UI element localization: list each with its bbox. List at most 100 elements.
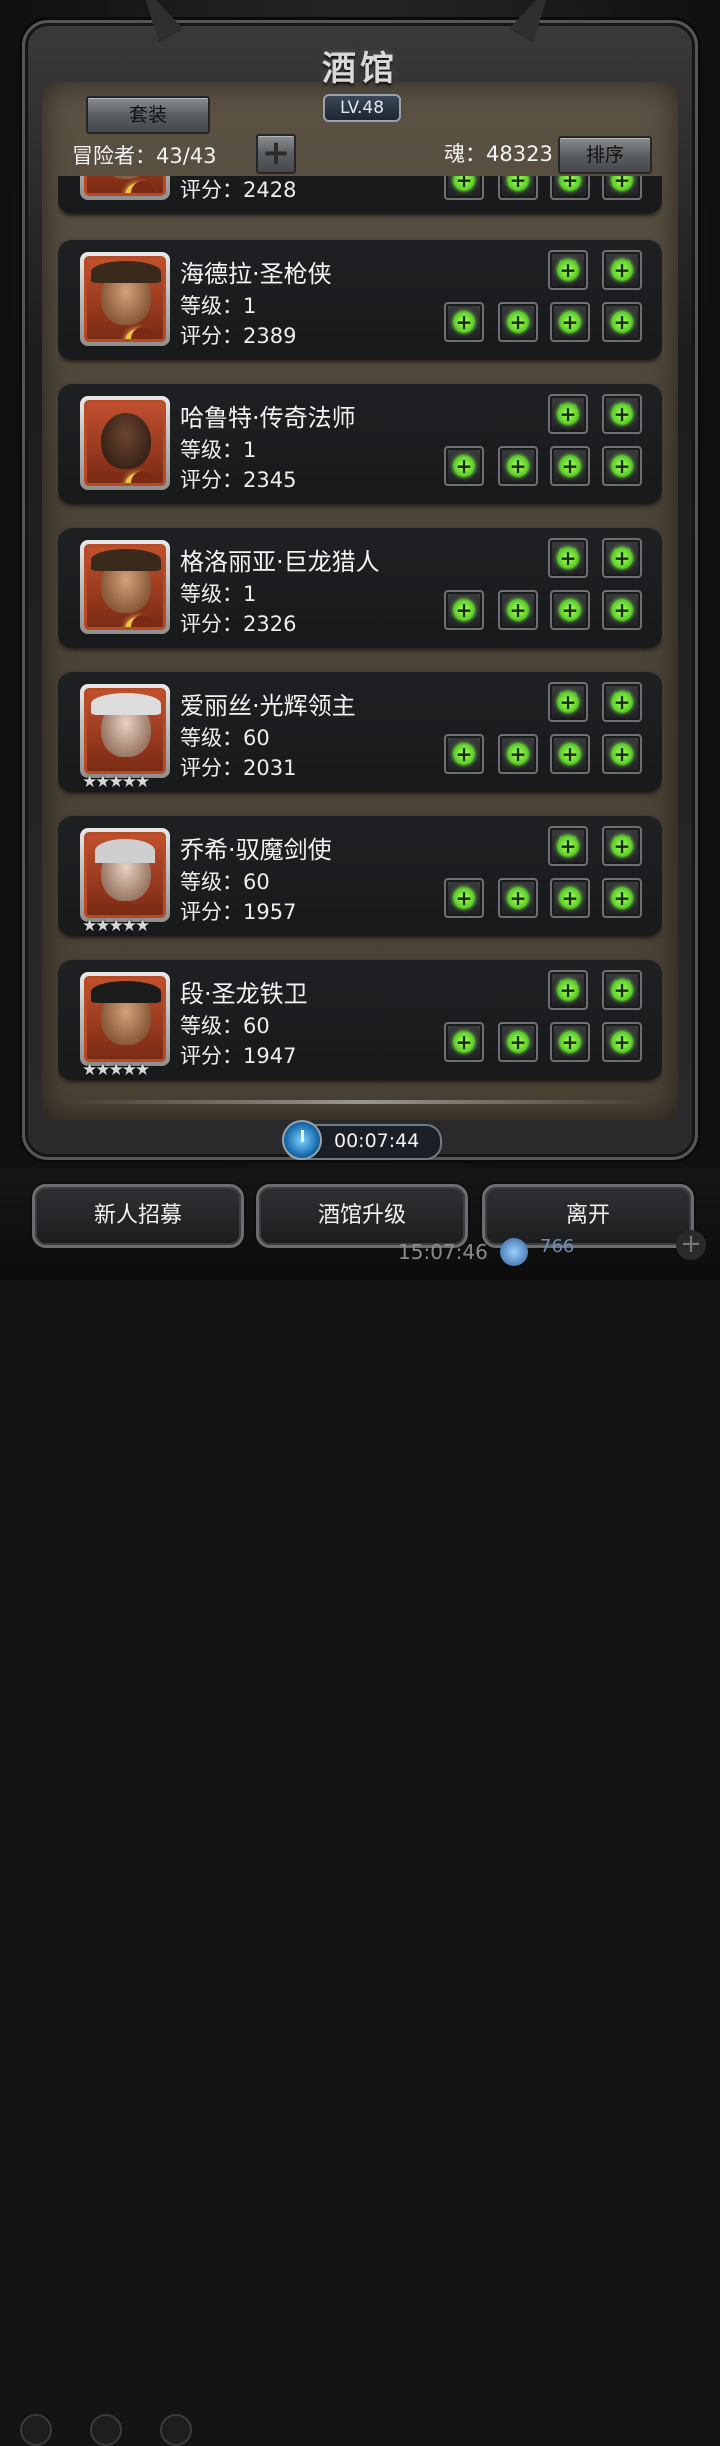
- star-rating: ★★★★★: [82, 1060, 150, 1080]
- hero-score: 评分：1957: [180, 900, 297, 924]
- weapon-slot[interactable]: [444, 176, 484, 200]
- skill-slot[interactable]: [548, 970, 588, 1010]
- add-equipment-icon: [507, 599, 529, 621]
- hero-name: 段·圣龙铁卫: [180, 980, 308, 1008]
- menu-icon: [20, 2414, 52, 2446]
- accessory-slot[interactable]: [550, 734, 590, 774]
- add-skill-icon: [611, 835, 633, 857]
- hero-score: 评分：2326: [180, 612, 297, 636]
- skill-slot[interactable]: [548, 394, 588, 434]
- hero-level: 等级：1: [180, 582, 257, 606]
- skill-slot[interactable]: [602, 970, 642, 1010]
- hero-level: 等级：1: [180, 294, 257, 318]
- hero-level: 等级：60: [180, 870, 270, 894]
- add-equipment-icon: [611, 311, 633, 333]
- add-equipment-icon: [453, 311, 475, 333]
- add-equipment-icon: [453, 176, 475, 191]
- skill-slot[interactable]: [602, 250, 642, 290]
- weapon-slot[interactable]: [444, 446, 484, 486]
- hero-card[interactable]: 格洛丽亚·巨龙猎人 等级：1 评分：2326: [58, 528, 662, 648]
- hero-portrait: [80, 684, 170, 778]
- ring-slot[interactable]: [602, 176, 642, 200]
- ring-slot[interactable]: [602, 446, 642, 486]
- weapon-slot[interactable]: [444, 302, 484, 342]
- add-equipment-icon: [559, 1031, 581, 1053]
- hero-card[interactable]: 评分：2428: [58, 176, 662, 214]
- hero-portrait: [80, 176, 170, 200]
- add-equipment-icon: [453, 1031, 475, 1053]
- adventurer-count: 冒险者：43/43: [72, 144, 217, 168]
- weapon-slot[interactable]: [444, 590, 484, 630]
- accessory-slot[interactable]: [550, 878, 590, 918]
- hero-card[interactable]: ★★★★★ 段·圣龙铁卫 等级：60 评分：1947: [58, 960, 662, 1080]
- clock-icon: [282, 1120, 322, 1160]
- add-skill-icon: [557, 547, 579, 569]
- accessory-slot[interactable]: [550, 302, 590, 342]
- skill-slot[interactable]: [548, 538, 588, 578]
- sort-button[interactable]: 排序: [558, 136, 652, 174]
- tavern-upgrade-button[interactable]: 酒馆升级: [256, 1184, 468, 1248]
- armor-slot[interactable]: [498, 878, 538, 918]
- add-equipment-icon: [611, 743, 633, 765]
- skill-slot[interactable]: [602, 538, 642, 578]
- add-equipment-icon: [611, 887, 633, 909]
- armor-slot[interactable]: [498, 176, 538, 200]
- accessory-slot[interactable]: [550, 176, 590, 200]
- weapon-slot[interactable]: [444, 878, 484, 918]
- soul-count: 魂：48323: [444, 142, 553, 166]
- add-skill-icon: [557, 403, 579, 425]
- weapon-slot[interactable]: [444, 734, 484, 774]
- add-gem-button[interactable]: +: [676, 1230, 706, 1260]
- add-equipment-icon: [453, 455, 475, 477]
- add-equipment-icon: [507, 743, 529, 765]
- add-skill-icon: [557, 691, 579, 713]
- timer-text: 00:07:44: [334, 1130, 420, 1152]
- star-rating: ★★★★★: [82, 916, 150, 936]
- add-equipment-icon: [453, 599, 475, 621]
- armor-slot[interactable]: [498, 446, 538, 486]
- skill-slot[interactable]: [548, 682, 588, 722]
- add-equipment-icon: [507, 1031, 529, 1053]
- armor-slot[interactable]: [498, 590, 538, 630]
- page-title: 酒馆: [322, 48, 398, 89]
- accessory-slot[interactable]: [550, 590, 590, 630]
- hero-list[interactable]: 评分：2428 海德拉·圣枪侠 等级：1 评分：2389 哈鲁特·传奇法师 等级…: [58, 176, 662, 1104]
- add-skill-icon: [611, 259, 633, 281]
- ring-slot[interactable]: [602, 1022, 642, 1062]
- menu-icon: [160, 2414, 192, 2446]
- hero-score: 评分：2345: [180, 468, 297, 492]
- skill-slot[interactable]: [602, 826, 642, 866]
- armor-slot[interactable]: [498, 734, 538, 774]
- add-equipment-icon: [559, 455, 581, 477]
- add-equipment-icon: [507, 455, 529, 477]
- ring-slot[interactable]: [602, 878, 642, 918]
- hero-level: 等级：60: [180, 726, 270, 750]
- hero-card[interactable]: ★★★★★ 乔希·驭魔剑使 等级：60 评分：1957: [58, 816, 662, 936]
- add-skill-icon: [611, 979, 633, 1001]
- expand-slots-button[interactable]: +: [256, 134, 296, 174]
- add-equipment-icon: [453, 887, 475, 909]
- skill-slot[interactable]: [548, 250, 588, 290]
- ring-slot[interactable]: [602, 302, 642, 342]
- armor-slot[interactable]: [498, 1022, 538, 1062]
- add-skill-icon: [611, 547, 633, 569]
- accessory-slot[interactable]: [550, 446, 590, 486]
- skill-slot[interactable]: [548, 826, 588, 866]
- hero-card[interactable]: 海德拉·圣枪侠 等级：1 评分：2389: [58, 240, 662, 360]
- recruit-button[interactable]: 新人招募: [32, 1184, 244, 1248]
- hero-name: 哈鲁特·传奇法师: [180, 404, 356, 432]
- ring-slot[interactable]: [602, 734, 642, 774]
- hero-card[interactable]: ★★★★★ 爱丽丝·光辉领主 等级：60 评分：2031: [58, 672, 662, 792]
- skill-slot[interactable]: [602, 394, 642, 434]
- add-skill-icon: [557, 835, 579, 857]
- accessory-slot[interactable]: [550, 1022, 590, 1062]
- hero-card[interactable]: 哈鲁特·传奇法师 等级：1 评分：2345: [58, 384, 662, 504]
- set-button[interactable]: 套装: [86, 96, 210, 134]
- add-equipment-icon: [611, 455, 633, 477]
- add-skill-icon: [557, 259, 579, 281]
- hero-portrait: [80, 540, 170, 634]
- armor-slot[interactable]: [498, 302, 538, 342]
- ring-slot[interactable]: [602, 590, 642, 630]
- weapon-slot[interactable]: [444, 1022, 484, 1062]
- skill-slot[interactable]: [602, 682, 642, 722]
